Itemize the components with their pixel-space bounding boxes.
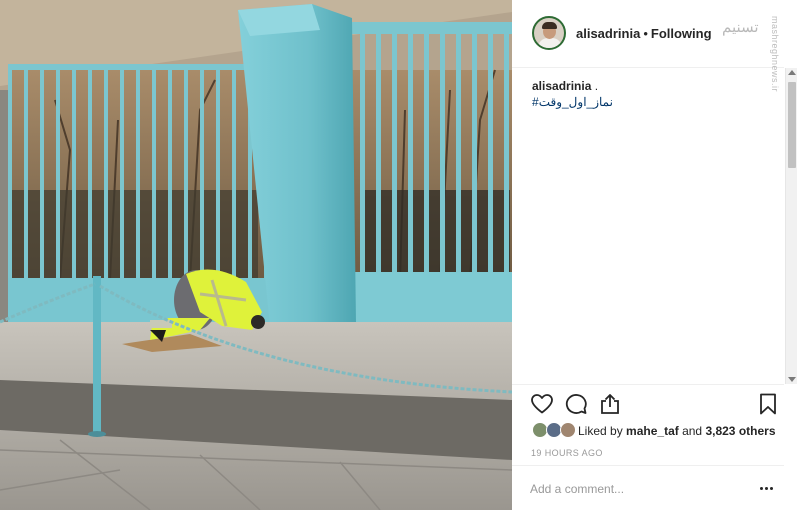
comments-scrollbar[interactable] <box>785 68 797 384</box>
bookmark-icon[interactable] <box>756 392 780 416</box>
hashtag-link[interactable]: #نماز_اول_وقت <box>532 94 782 110</box>
liked-by-user-link[interactable]: mahe_taf <box>626 424 679 438</box>
comment-input[interactable] <box>530 478 740 500</box>
likes-text: Liked by mahe_taf and 3,823 others <box>578 424 776 438</box>
comment-bubble-icon[interactable] <box>564 392 588 416</box>
likes-prefix: Liked by <box>578 424 623 438</box>
following-button[interactable]: Following <box>651 26 712 41</box>
likes-count-link[interactable]: 3,823 others <box>705 424 775 438</box>
post-details-panel: alisadrinia • Following تسنیم mashreghnews… <box>512 0 800 510</box>
liker-avatars <box>532 422 576 440</box>
header-text: alisadrinia • Following <box>576 26 712 41</box>
avatar[interactable] <box>532 16 566 50</box>
post-photo[interactable] <box>0 0 512 510</box>
share-icon[interactable] <box>598 392 622 416</box>
watermark: تسنیم mashreghnews.ir <box>722 14 782 92</box>
comment-box <box>512 465 784 510</box>
liker-avatar[interactable] <box>560 422 576 438</box>
scroll-down-arrow-icon[interactable] <box>788 377 796 382</box>
post-header: alisadrinia • Following تسنیم mashreghnews… <box>512 0 784 92</box>
post-photo-illustration <box>0 0 512 510</box>
username-link[interactable]: alisadrinia <box>576 26 640 41</box>
actions-divider <box>512 384 784 385</box>
heart-icon[interactable] <box>530 392 554 416</box>
ellipsis-icon[interactable] <box>758 481 776 497</box>
caption-text: . <box>594 79 599 93</box>
post-timestamp[interactable]: 19 HOURS AGO <box>531 448 603 458</box>
scrollbar-thumb[interactable] <box>788 82 796 168</box>
likes-joiner: and <box>682 424 703 438</box>
watermark-logo: تسنیم <box>722 18 759 36</box>
separator-dot: • <box>643 26 648 41</box>
post-caption: alisadrinia . #نماز_اول_وقت <box>532 78 782 110</box>
caption-username-link[interactable]: alisadrinia <box>532 79 591 93</box>
scroll-up-arrow-icon[interactable] <box>788 70 796 75</box>
